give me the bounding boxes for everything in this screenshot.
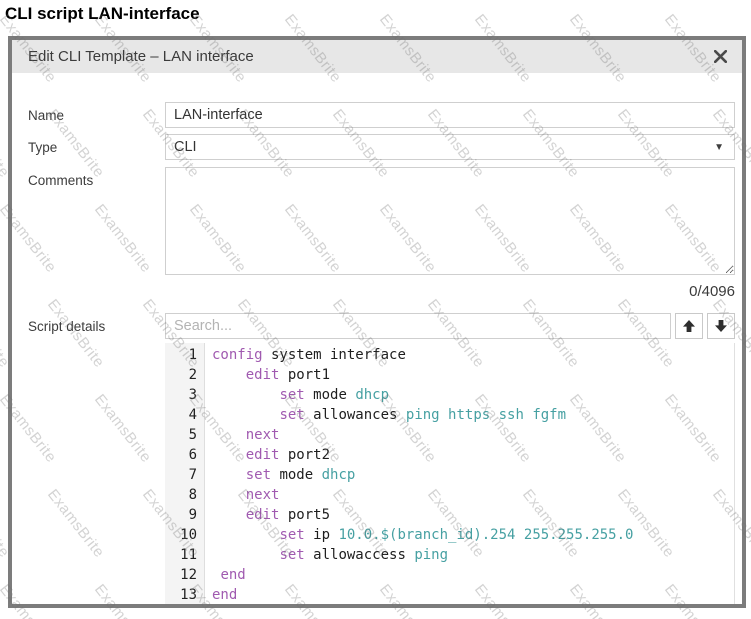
type-label: Type [28, 134, 165, 155]
comments-label: Comments [28, 167, 165, 188]
line-number: 9 [165, 505, 197, 525]
code-token: set [279, 547, 304, 563]
code-token: dhcp [355, 387, 389, 403]
line-number: 11 [165, 545, 197, 565]
move-down-button[interactable] [707, 313, 735, 339]
move-up-button[interactable] [675, 313, 703, 339]
code-token: set [279, 527, 304, 543]
line-number: 7 [165, 465, 197, 485]
line-number: 13 [165, 585, 197, 605]
search-input[interactable] [165, 313, 671, 339]
line-number: 2 [165, 365, 197, 385]
code-token: allowances [305, 407, 406, 423]
arrow-down-icon [714, 319, 728, 333]
code-token: mode [305, 387, 356, 403]
code-line: end [212, 585, 734, 605]
code-line: next [212, 485, 734, 505]
dialog-title: Edit CLI Template – LAN interface [25, 48, 254, 65]
code-line: set mode dhcp [212, 465, 734, 485]
chevron-down-icon: ▼ [714, 142, 726, 153]
code-editor[interactable]: 12345678910111213 config system interfac… [165, 343, 735, 606]
comments-textarea[interactable] [165, 167, 735, 275]
code-token: set [279, 387, 304, 403]
code-token: mode [271, 467, 322, 483]
close-icon [714, 50, 727, 63]
code-token [212, 387, 279, 403]
code-line: edit port5 [212, 505, 734, 525]
code-token [212, 527, 279, 543]
line-number: 1 [165, 345, 197, 365]
code-line: set allowances ping https ssh fgfm [212, 405, 734, 425]
comments-row: Comments [28, 167, 735, 280]
code-token: ping [414, 547, 448, 563]
code-line: set mode dhcp [212, 385, 734, 405]
script-details-label: Script details [28, 313, 165, 334]
code-line: next [212, 425, 734, 445]
code-token [212, 467, 246, 483]
type-select[interactable]: CLI ▼ [165, 134, 735, 160]
code-line: set ip 10.0.$(branch_id).254 255.255.255… [212, 525, 734, 545]
code-token: ping https ssh fgfm [406, 407, 566, 423]
code-token: system interface [263, 347, 406, 363]
code-token [212, 447, 246, 463]
counter-row: 0/4096 [28, 283, 735, 300]
close-button[interactable] [711, 48, 729, 66]
code-token: dhcp [322, 467, 356, 483]
line-number: 3 [165, 385, 197, 405]
code-token: edit [246, 507, 280, 523]
code-token [212, 407, 279, 423]
line-number: 6 [165, 445, 197, 465]
code-line: edit port1 [212, 365, 734, 385]
code-token: port5 [279, 507, 330, 523]
name-input[interactable] [165, 102, 735, 128]
code-token: ip [305, 527, 339, 543]
code-token: allowaccess [305, 547, 415, 563]
type-row: Type CLI ▼ [28, 134, 735, 160]
code-token: 10.0.$(branch_id).254 255.255.255.0 [338, 527, 633, 543]
code-token [212, 367, 246, 383]
line-number: 4 [165, 405, 197, 425]
code-line: edit port2 [212, 445, 734, 465]
char-counter: 0/4096 [165, 283, 735, 300]
line-number: 5 [165, 425, 197, 445]
code-token [212, 547, 279, 563]
name-row: Name [28, 102, 735, 128]
arrow-up-icon [682, 319, 696, 333]
dialog-body: Name Type CLI ▼ Comments 0/4096 [12, 73, 742, 606]
code-line: end [212, 565, 734, 585]
code-token [212, 427, 246, 443]
code-token: set [279, 407, 304, 423]
type-selected-value: CLI [174, 139, 197, 155]
code-token: edit [246, 367, 280, 383]
name-label: Name [28, 102, 165, 123]
edit-cli-template-dialog: Edit CLI Template – LAN interface Name T… [8, 36, 746, 608]
dialog-header: Edit CLI Template – LAN interface [12, 40, 742, 73]
code-token [212, 487, 246, 503]
code-token: port1 [279, 367, 330, 383]
line-number: 10 [165, 525, 197, 545]
line-number: 8 [165, 485, 197, 505]
code-token: edit [246, 447, 280, 463]
code-token: port2 [279, 447, 330, 463]
code-token [212, 507, 246, 523]
page-title: CLI script LAN-interface [5, 4, 200, 24]
code-line: set allowaccess ping [212, 545, 734, 565]
code-token: set [246, 467, 271, 483]
line-number: 12 [165, 565, 197, 585]
code-token: next [246, 487, 280, 503]
code-token: end [212, 587, 237, 603]
code-token: next [246, 427, 280, 443]
code-token: config [212, 347, 263, 363]
line-number-gutter: 12345678910111213 [165, 343, 205, 606]
editor-row: 12345678910111213 config system interfac… [28, 343, 735, 606]
code-line: config system interface [212, 345, 734, 365]
code-lines: config system interface edit port1 set m… [205, 343, 734, 606]
script-details-row: Script details [28, 313, 735, 339]
code-token: end [220, 567, 245, 583]
